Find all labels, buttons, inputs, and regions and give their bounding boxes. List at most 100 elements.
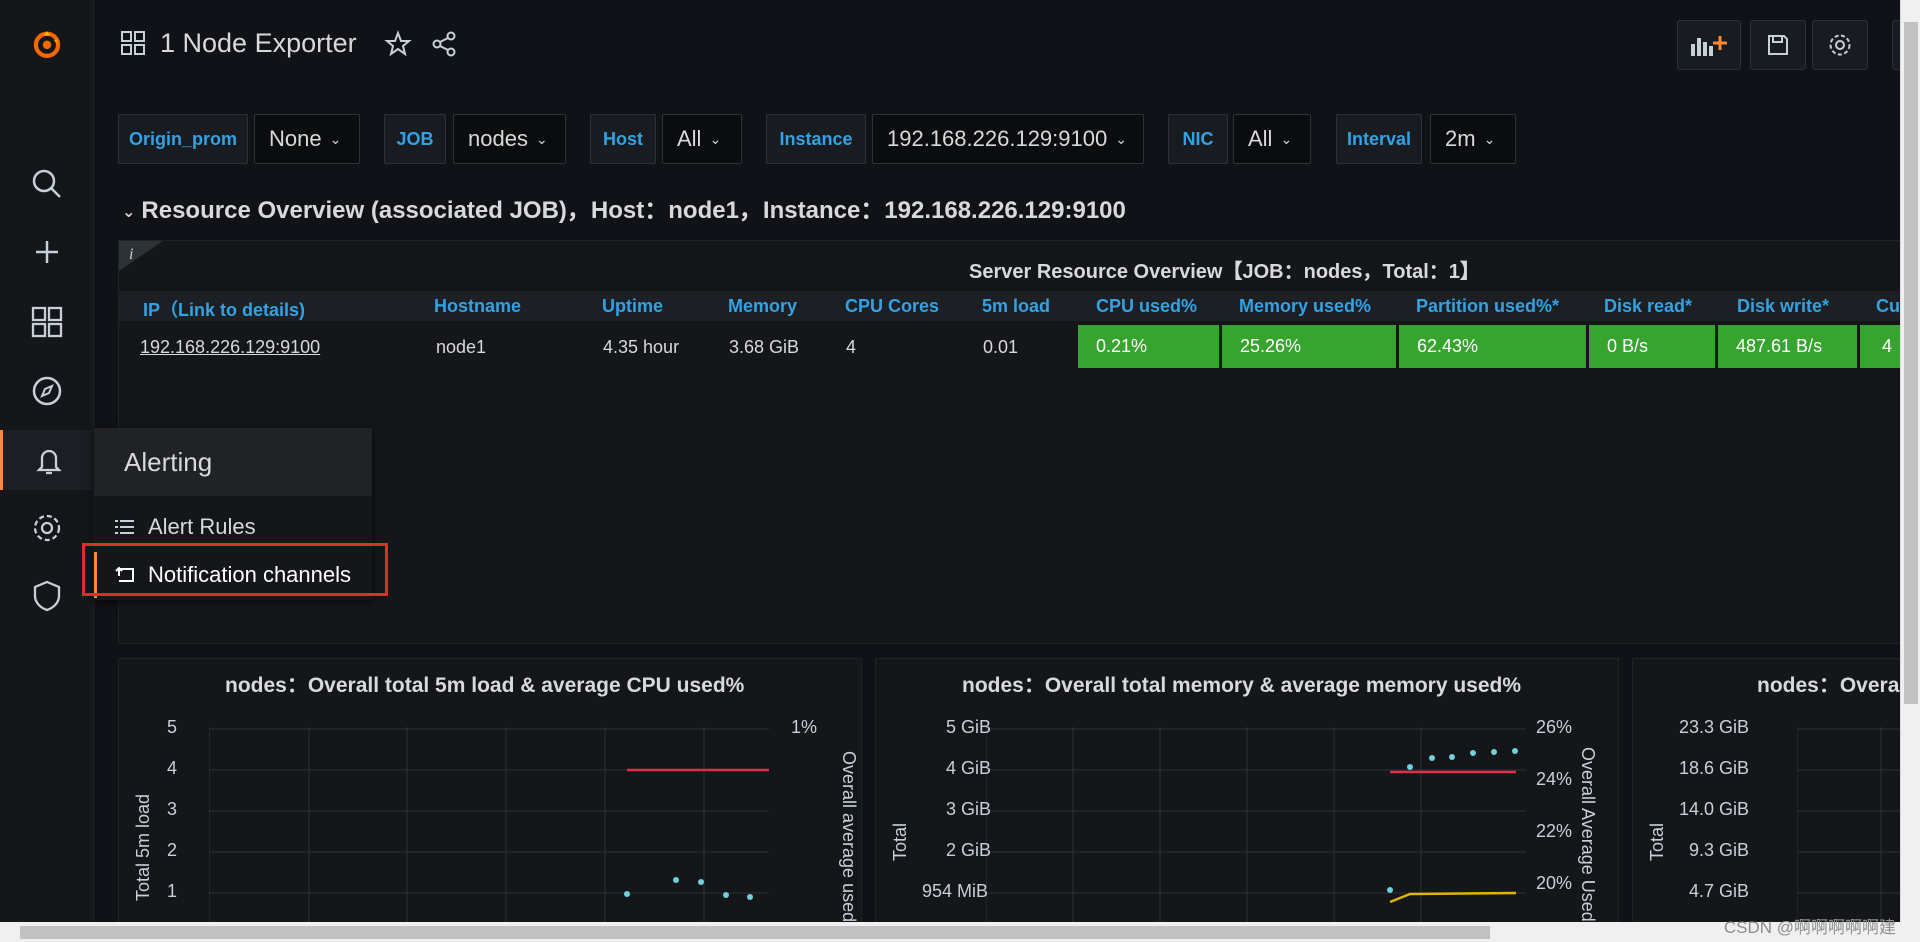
y-tick: 14.0 GiB <box>1679 799 1750 819</box>
chevron-down-icon: ⌄ <box>709 130 722 147</box>
y-tick: 5 <box>167 717 178 737</box>
horizontal-scroll-thumb[interactable] <box>20 926 1490 939</box>
var-host-select[interactable]: All ⌄ <box>662 114 742 164</box>
y-tick: 4 GiB <box>946 758 992 778</box>
var-origin-prom-select[interactable]: None ⌄ <box>254 114 360 164</box>
var-value-text: nodes <box>468 126 528 151</box>
y-tick: 2 <box>167 840 178 860</box>
gear-icon <box>1829 34 1851 56</box>
cpu-used-cell: 0.21% <box>1078 325 1219 368</box>
grafana-window: 1 Node Exporter Origin_prom None ⌄ JOB no… <box>0 0 1920 942</box>
column-header-disk-read[interactable]: Disk read* <box>1604 296 1692 317</box>
save-icon <box>1768 35 1788 55</box>
row-title-text: Resource Overview (associated JOB)，Host：… <box>141 197 1126 224</box>
var-value-text: None <box>269 126 322 151</box>
row-title[interactable]: ⌄ Resource Overview (associated JOB)，Host… <box>122 190 1126 225</box>
add-panel-icon <box>1691 36 1727 56</box>
y2-tick: 20% <box>1536 873 1573 893</box>
y-tick: 9.3 GiB <box>1689 840 1750 860</box>
graph-plot-area <box>209 727 769 942</box>
dashboard-settings-button[interactable] <box>1812 20 1868 70</box>
uptime-cell: 4.35 hour <box>603 337 680 357</box>
search-icon[interactable] <box>0 154 94 214</box>
save-dashboard-button[interactable] <box>1750 20 1806 70</box>
var-host-label: Host <box>590 114 656 164</box>
y-tick: 2 GiB <box>946 840 992 860</box>
column-header-disk-write[interactable]: Disk write* <box>1737 296 1829 317</box>
var-job-label: JOB <box>384 114 446 164</box>
create-plus-icon[interactable] <box>0 222 94 282</box>
configuration-gear-icon[interactable] <box>0 498 94 558</box>
y-axis-label: Total <box>1647 822 1667 861</box>
graph-panel-partial: nodes：Overal 23.3 GiB 18.6 GiB 14.0 GiB … <box>1632 658 1920 942</box>
y2-axis-label: Overall Average Used <box>1578 747 1598 922</box>
y-tick: 1 <box>167 881 178 901</box>
column-header-hostname[interactable]: Hostname <box>434 296 521 317</box>
partition-used-cell: 62.43% <box>1399 325 1586 368</box>
y-tick: 3 GiB <box>946 799 992 819</box>
y-tick: 4.7 GiB <box>1689 881 1750 901</box>
column-header-truncated[interactable]: Cu <box>1876 296 1900 317</box>
y-tick: 3 <box>167 799 178 819</box>
flyout-title[interactable]: Alerting <box>94 428 372 496</box>
var-instance-select[interactable]: 192.168.226.129:9100 ⌄ <box>872 114 1144 164</box>
column-header-uptime[interactable]: Uptime <box>602 296 663 317</box>
column-header-partition-used[interactable]: Partition used%* <box>1416 296 1559 317</box>
memory-used-cell: 25.26% <box>1222 325 1396 368</box>
column-header-cpu-cores[interactable]: CPU Cores <box>845 296 939 317</box>
star-icon[interactable] <box>384 30 412 63</box>
share-icon[interactable] <box>430 30 458 63</box>
column-header-memory-used[interactable]: Memory used% <box>1239 296 1371 317</box>
graph-panel-memory: nodes：Overall total memory & average mem… <box>875 658 1619 942</box>
series-cyan-points <box>624 877 753 900</box>
column-header-cpu-used[interactable]: CPU used% <box>1096 296 1197 317</box>
alerting-bell-icon[interactable] <box>0 430 94 490</box>
highlight-annotation-box <box>82 543 388 596</box>
var-nic-select[interactable]: All ⌄ <box>1233 114 1311 164</box>
chevron-down-icon: ⌄ <box>329 130 342 147</box>
y2-tick: 22% <box>1536 821 1573 841</box>
graph-plot-area <box>986 727 1526 942</box>
graph-title: nodes：Overal <box>1757 674 1906 697</box>
side-menu <box>0 0 94 942</box>
vertical-scroll-thumb[interactable] <box>1904 22 1918 704</box>
watermark-text: CSDN @啊啊啊啊啊建 <box>1723 918 1896 937</box>
var-value-text: All <box>1248 126 1273 151</box>
var-instance-label: Instance <box>766 114 866 164</box>
dashboards-icon[interactable] <box>0 292 94 352</box>
add-panel-button[interactable] <box>1677 20 1741 70</box>
y2-tick: 24% <box>1536 769 1573 789</box>
var-value-text: All <box>677 126 702 151</box>
var-nic-label: NIC <box>1168 114 1228 164</box>
svg-text:i: i <box>129 246 133 263</box>
dashboard-navbar: 1 Node Exporter <box>94 0 1902 88</box>
truncated-cell: 4 <box>1860 325 1900 368</box>
column-header-ip[interactable]: IP（Link to details) <box>143 296 305 322</box>
explore-compass-icon[interactable] <box>0 361 94 421</box>
chevron-down-icon: ⌄ <box>535 130 548 147</box>
grafana-logo-icon[interactable] <box>0 14 94 74</box>
panel-info-icon[interactable]: i <box>119 241 163 271</box>
table-title: Server Resource Overview【JOB：nodes，Total… <box>969 261 1480 283</box>
var-value-text: 192.168.226.129:9100 <box>887 126 1108 151</box>
ip-link[interactable]: 192.168.226.129:9100 <box>140 337 320 358</box>
dashboard-title[interactable]: 1 Node Exporter <box>160 28 357 59</box>
vertical-scrollbar[interactable] <box>1900 0 1920 922</box>
var-job-select[interactable]: nodes ⌄ <box>453 114 566 164</box>
var-interval-select[interactable]: 2m ⌄ <box>1430 114 1516 164</box>
y-tick: 23.3 GiB <box>1679 717 1750 737</box>
y2-axis-label: Overall average used <box>839 751 859 923</box>
chevron-down-icon: ⌄ <box>1280 130 1293 147</box>
disk-write-cell: 487.61 B/s <box>1718 325 1857 368</box>
column-header-5m-load[interactable]: 5m load <box>982 296 1050 317</box>
alert-rules-label: Alert Rules <box>148 514 256 539</box>
chevron-down-icon: ⌄ <box>122 203 136 221</box>
var-interval-label: Interval <box>1336 114 1422 164</box>
y-tick: 5 GiB <box>946 717 992 737</box>
y2-tick: 1% <box>791 717 818 737</box>
server-admin-shield-icon[interactable] <box>0 566 94 626</box>
column-header-memory[interactable]: Memory <box>728 296 797 317</box>
horizontal-scrollbar[interactable] <box>0 922 1920 942</box>
hostname-cell: node1 <box>436 337 487 357</box>
dashboard-grid-icon[interactable] <box>120 30 146 61</box>
